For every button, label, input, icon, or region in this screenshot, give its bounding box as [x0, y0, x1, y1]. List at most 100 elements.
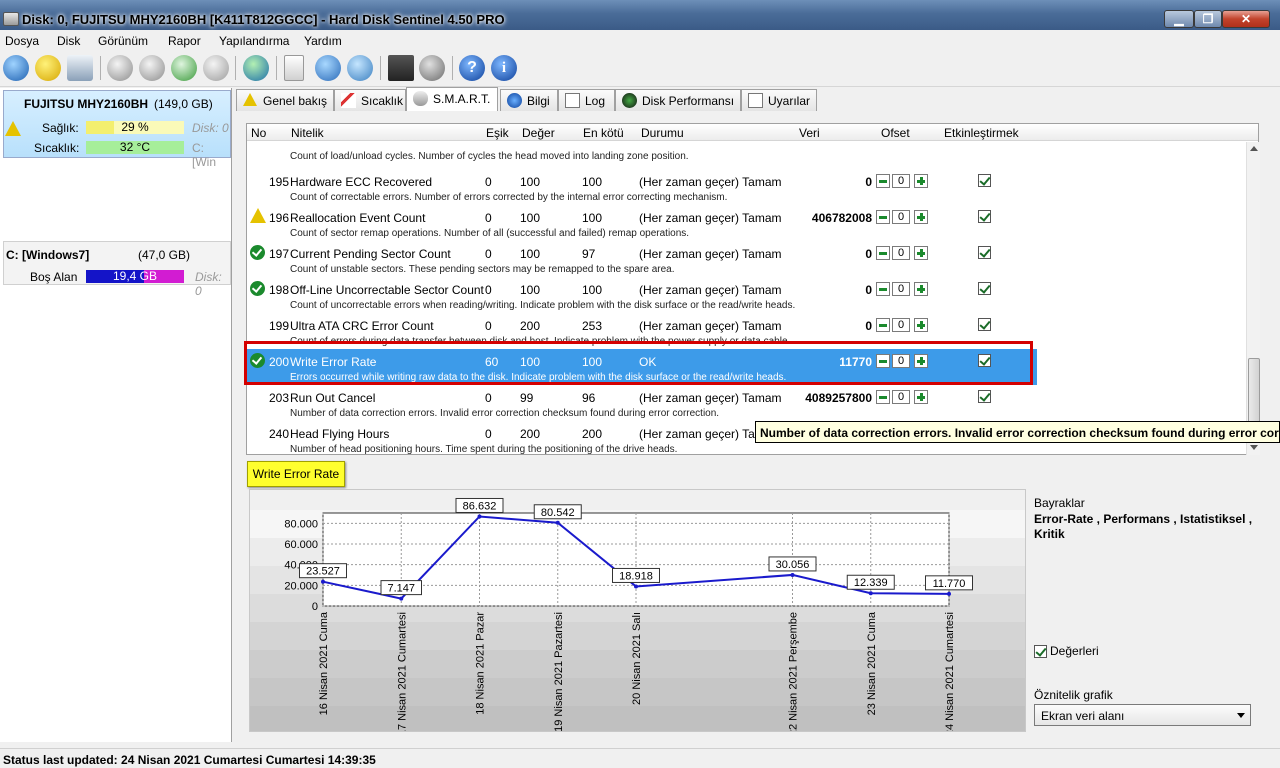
col-nitelik[interactable]: Nitelik: [291, 126, 324, 140]
menu-yardim[interactable]: Yardım: [304, 34, 342, 48]
offset-stepper[interactable]: 0: [876, 245, 930, 261]
data-label: 80.542: [541, 507, 575, 519]
disk-icon[interactable]: [67, 55, 93, 81]
tab-genel-bakis[interactable]: Genel bakış: [236, 89, 334, 111]
globe-icon[interactable]: [243, 55, 269, 81]
scroll-down-icon[interactable]: [1250, 445, 1258, 450]
minus-icon[interactable]: [876, 246, 890, 260]
minimize-button[interactable]: ▁: [1164, 10, 1194, 28]
sound-icon[interactable]: [419, 55, 445, 81]
table-row[interactable]: 198 Off-Line Uncorrectable Sector Count 0 1…: [247, 277, 1037, 313]
menu-yapilandirma[interactable]: Yapılandırma: [219, 34, 289, 48]
menu-rapor[interactable]: Rapor: [168, 34, 201, 48]
enable-checkbox[interactable]: [978, 210, 991, 223]
plus-icon[interactable]: [914, 390, 928, 404]
enable-checkbox[interactable]: [978, 282, 991, 295]
data-point[interactable]: [321, 579, 325, 584]
info-icon[interactable]: i: [491, 55, 517, 81]
show-values-label[interactable]: Değerleri: [1050, 644, 1099, 658]
cell-data: 0: [865, 283, 872, 297]
enable-checkbox[interactable]: [978, 390, 991, 403]
scroll-up-icon[interactable]: [1250, 146, 1258, 151]
data-point[interactable]: [947, 591, 951, 596]
enable-checkbox[interactable]: [978, 318, 991, 331]
col-veri[interactable]: Veri: [799, 126, 820, 140]
data-point[interactable]: [555, 520, 560, 525]
enable-checkbox[interactable]: [978, 246, 991, 259]
tool-4-icon[interactable]: [203, 55, 229, 81]
data-point[interactable]: [790, 572, 795, 577]
cell-no: 199: [268, 319, 289, 333]
menu-dosya[interactable]: Dosya: [5, 34, 39, 48]
tool-2-icon[interactable]: [139, 55, 165, 81]
offset-value[interactable]: 0: [892, 174, 910, 188]
offset-value[interactable]: 0: [892, 390, 910, 404]
graph-type-value: Ekran veri alanı: [1041, 709, 1125, 723]
network-icon[interactable]: [347, 55, 373, 81]
warning-icon[interactable]: [35, 55, 61, 81]
cell-no: 197: [268, 247, 289, 261]
app-icon[interactable]: [3, 12, 19, 26]
offset-stepper[interactable]: 0: [876, 281, 930, 297]
report-icon[interactable]: [284, 55, 304, 81]
tab-sicaklik[interactable]: Sıcaklık: [334, 89, 406, 111]
disk-name: FUJITSU MHY2160BH: [24, 97, 149, 111]
show-values-checkbox[interactable]: [1034, 645, 1047, 658]
col-ofset[interactable]: Ofset: [881, 126, 910, 140]
scrollbar-thumb[interactable]: [1248, 358, 1260, 430]
offset-value[interactable]: 0: [892, 210, 910, 224]
menu-disk[interactable]: Disk: [57, 34, 80, 48]
menu-gorunum[interactable]: Görünüm: [98, 34, 148, 48]
col-esik[interactable]: Eşik: [486, 126, 509, 140]
sync-icon[interactable]: [315, 55, 341, 81]
tool-1-icon[interactable]: [107, 55, 133, 81]
plus-icon[interactable]: [914, 174, 928, 188]
offset-stepper[interactable]: 0: [876, 317, 930, 333]
table-scrollbar[interactable]: [1246, 142, 1260, 455]
plus-icon[interactable]: [914, 246, 928, 260]
tab-log[interactable]: Log: [558, 89, 615, 111]
plus-icon[interactable]: [914, 210, 928, 224]
maximize-button[interactable]: ❐: [1194, 10, 1222, 28]
tab-smart[interactable]: S.M.A.R.T.: [406, 87, 498, 111]
offset-stepper[interactable]: 0: [876, 173, 930, 189]
disk-card[interactable]: FUJITSU MHY2160BH (149,0 GB) Sağlık: 29 …: [3, 90, 231, 169]
minus-icon[interactable]: [876, 282, 890, 296]
enable-checkbox[interactable]: [978, 174, 991, 187]
data-point[interactable]: [868, 591, 873, 596]
col-deger[interactable]: Değer: [522, 126, 555, 140]
offset-value[interactable]: 0: [892, 282, 910, 296]
table-row[interactable]: 195 Hardware ECC Recovered 0 100 100 (Her zam…: [247, 169, 1037, 205]
col-durumu[interactable]: Durumu: [641, 126, 684, 140]
offset-value[interactable]: 0: [892, 318, 910, 332]
offset-stepper[interactable]: 0: [876, 389, 930, 405]
graph-type-select[interactable]: Ekran veri alanı: [1034, 704, 1251, 726]
tool-3-icon[interactable]: [171, 55, 197, 81]
close-button[interactable]: ✕: [1222, 10, 1270, 28]
col-etkinlestirmek[interactable]: Etkinleştirmek: [944, 126, 1019, 140]
table-row[interactable]: 197 Current Pending Sector Count 0 100 97 (He…: [247, 241, 1037, 277]
tab-uyarilar[interactable]: Uyarılar: [741, 89, 817, 111]
table-row[interactable]: 196 Reallocation Event Count 0 100 100 (Her z…: [247, 205, 1037, 241]
monitor-icon[interactable]: [388, 55, 414, 81]
refresh-icon[interactable]: [3, 55, 29, 81]
data-point[interactable]: [634, 584, 638, 589]
plus-icon[interactable]: [914, 318, 928, 332]
table-row[interactable]: 203 Run Out Cancel 0 99 96 (Her zaman geçer) …: [247, 385, 1037, 421]
minus-icon[interactable]: [876, 174, 890, 188]
minus-icon[interactable]: [876, 318, 890, 332]
offset-stepper[interactable]: 0: [876, 209, 930, 225]
col-en-kotu[interactable]: En kötü: [583, 126, 624, 140]
tab-bilgi[interactable]: Bilgi: [500, 89, 558, 111]
minus-icon[interactable]: [876, 390, 890, 404]
title-bar: Disk: 0, FUJITSU MHY2160BH [K411T812GGCC…: [0, 0, 1280, 30]
col-no[interactable]: No: [251, 126, 266, 140]
data-point[interactable]: [399, 596, 404, 601]
offset-value[interactable]: 0: [892, 246, 910, 260]
data-point[interactable]: [477, 514, 482, 519]
help-icon[interactable]: ?: [459, 55, 485, 81]
minus-icon[interactable]: [876, 210, 890, 224]
tab-disk-performansi[interactable]: Disk Performansı: [615, 89, 741, 111]
volume-card[interactable]: C: [Windows7] (47,0 GB) Boş Alan 19,4 GB…: [3, 241, 231, 298]
plus-icon[interactable]: [914, 282, 928, 296]
